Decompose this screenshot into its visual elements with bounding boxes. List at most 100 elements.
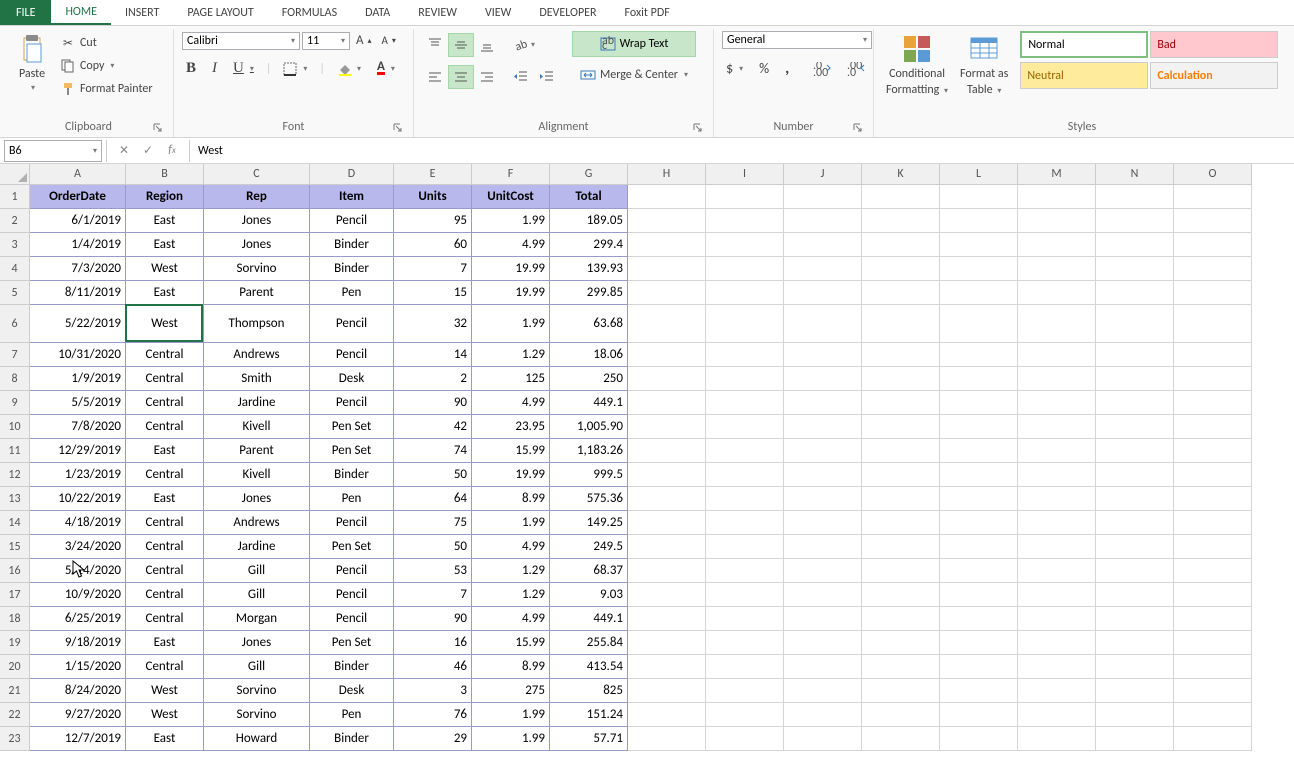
cell[interactable]: Region [126, 185, 204, 209]
cell[interactable] [1096, 209, 1174, 233]
cell[interactable] [1174, 233, 1252, 257]
cell[interactable] [1174, 679, 1252, 703]
cell[interactable]: 8.99 [472, 487, 550, 511]
cell-style-calculation[interactable]: Calculation [1150, 62, 1278, 89]
italic-button[interactable]: I [208, 58, 221, 79]
row-header[interactable]: 11 [0, 439, 29, 463]
cell[interactable]: Binder [310, 463, 394, 487]
align-middle-button[interactable] [448, 33, 474, 57]
column-header[interactable]: J [784, 164, 862, 184]
cell[interactable]: 5/14/2020 [30, 559, 126, 583]
cell[interactable] [1174, 209, 1252, 233]
cell[interactable]: Central [126, 367, 204, 391]
cell[interactable] [862, 511, 940, 535]
cell[interactable]: 90 [394, 391, 472, 415]
cell[interactable]: 76 [394, 703, 472, 727]
cell[interactable] [1174, 281, 1252, 305]
cell[interactable] [862, 727, 940, 751]
column-header[interactable]: M [1018, 164, 1096, 184]
tab-developer[interactable]: DEVELOPER [525, 0, 610, 25]
cell[interactable] [940, 703, 1018, 727]
cell[interactable] [628, 185, 706, 209]
cell[interactable] [628, 439, 706, 463]
cell[interactable] [706, 655, 784, 679]
cell[interactable]: Jones [204, 487, 310, 511]
cell[interactable]: Central [126, 343, 204, 367]
cell[interactable] [628, 559, 706, 583]
cell[interactable]: 8/24/2020 [30, 679, 126, 703]
underline-button[interactable]: U▾ [229, 58, 258, 79]
increase-indent-button[interactable] [534, 65, 560, 89]
cell[interactable] [784, 209, 862, 233]
cell[interactable]: 4.99 [472, 391, 550, 415]
cell[interactable] [940, 209, 1018, 233]
row-header[interactable]: 4 [0, 257, 29, 281]
row-header[interactable]: 9 [0, 391, 29, 415]
column-header[interactable]: H [628, 164, 706, 184]
decrease-font-button[interactable]: A▾ [378, 32, 400, 49]
cell[interactable]: Pen [310, 487, 394, 511]
row-header[interactable]: 12 [0, 463, 29, 487]
cell[interactable] [628, 487, 706, 511]
cell[interactable] [628, 463, 706, 487]
cell[interactable] [940, 655, 1018, 679]
cell[interactable] [784, 679, 862, 703]
cell[interactable] [862, 367, 940, 391]
cell[interactable]: 46 [394, 655, 472, 679]
cell[interactable]: Central [126, 463, 204, 487]
cell[interactable]: 1.29 [472, 343, 550, 367]
tab-data[interactable]: DATA [351, 0, 404, 25]
dialog-launcher-icon[interactable] [391, 121, 405, 135]
column-header[interactable]: B [126, 164, 204, 184]
cell[interactable] [1018, 487, 1096, 511]
cell[interactable]: 5/22/2019 [30, 305, 126, 343]
column-header[interactable]: K [862, 164, 940, 184]
cell[interactable] [1096, 281, 1174, 305]
cell[interactable]: West [126, 257, 204, 281]
borders-button[interactable]: ▾ [279, 60, 311, 78]
cell[interactable] [784, 257, 862, 281]
cell[interactable] [706, 559, 784, 583]
cell[interactable] [940, 727, 1018, 751]
wrap-text-button[interactable]: abc Wrap Text [572, 31, 696, 57]
cell[interactable] [628, 655, 706, 679]
cell[interactable]: 2 [394, 367, 472, 391]
cell[interactable] [1096, 391, 1174, 415]
cell[interactable] [862, 343, 940, 367]
cell[interactable]: 15.99 [472, 439, 550, 463]
cell[interactable] [1018, 559, 1096, 583]
cell[interactable] [784, 281, 862, 305]
cell[interactable]: 6/25/2019 [30, 607, 126, 631]
cell[interactable] [628, 257, 706, 281]
tab-file[interactable]: FILE [0, 0, 51, 25]
cell[interactable] [1096, 703, 1174, 727]
cell[interactable] [940, 535, 1018, 559]
cell[interactable] [1018, 391, 1096, 415]
cell[interactable]: 63.68 [550, 305, 628, 343]
align-bottom-button[interactable] [474, 33, 500, 57]
cell[interactable]: 151.24 [550, 703, 628, 727]
cell[interactable]: Central [126, 583, 204, 607]
cell[interactable] [706, 607, 784, 631]
cell[interactable]: 4/18/2019 [30, 511, 126, 535]
cell[interactable] [784, 655, 862, 679]
cell[interactable]: Sorvino [204, 703, 310, 727]
align-top-button[interactable] [422, 33, 448, 57]
column-header[interactable]: E [394, 164, 472, 184]
cell[interactable]: 7/3/2020 [30, 257, 126, 281]
cell[interactable]: 3/24/2020 [30, 535, 126, 559]
cell[interactable]: Central [126, 559, 204, 583]
cell[interactable] [862, 535, 940, 559]
cell[interactable] [784, 535, 862, 559]
cell[interactable] [940, 367, 1018, 391]
cell[interactable] [706, 209, 784, 233]
font-name-select[interactable]: Calibri▾ [182, 32, 300, 50]
cell[interactable] [940, 679, 1018, 703]
cell[interactable]: 825 [550, 679, 628, 703]
cell[interactable]: Units [394, 185, 472, 209]
cell[interactable]: 16 [394, 631, 472, 655]
dialog-launcher-icon[interactable] [851, 121, 865, 135]
cell[interactable]: Binder [310, 257, 394, 281]
cell[interactable]: 15 [394, 281, 472, 305]
cell[interactable]: 999.5 [550, 463, 628, 487]
